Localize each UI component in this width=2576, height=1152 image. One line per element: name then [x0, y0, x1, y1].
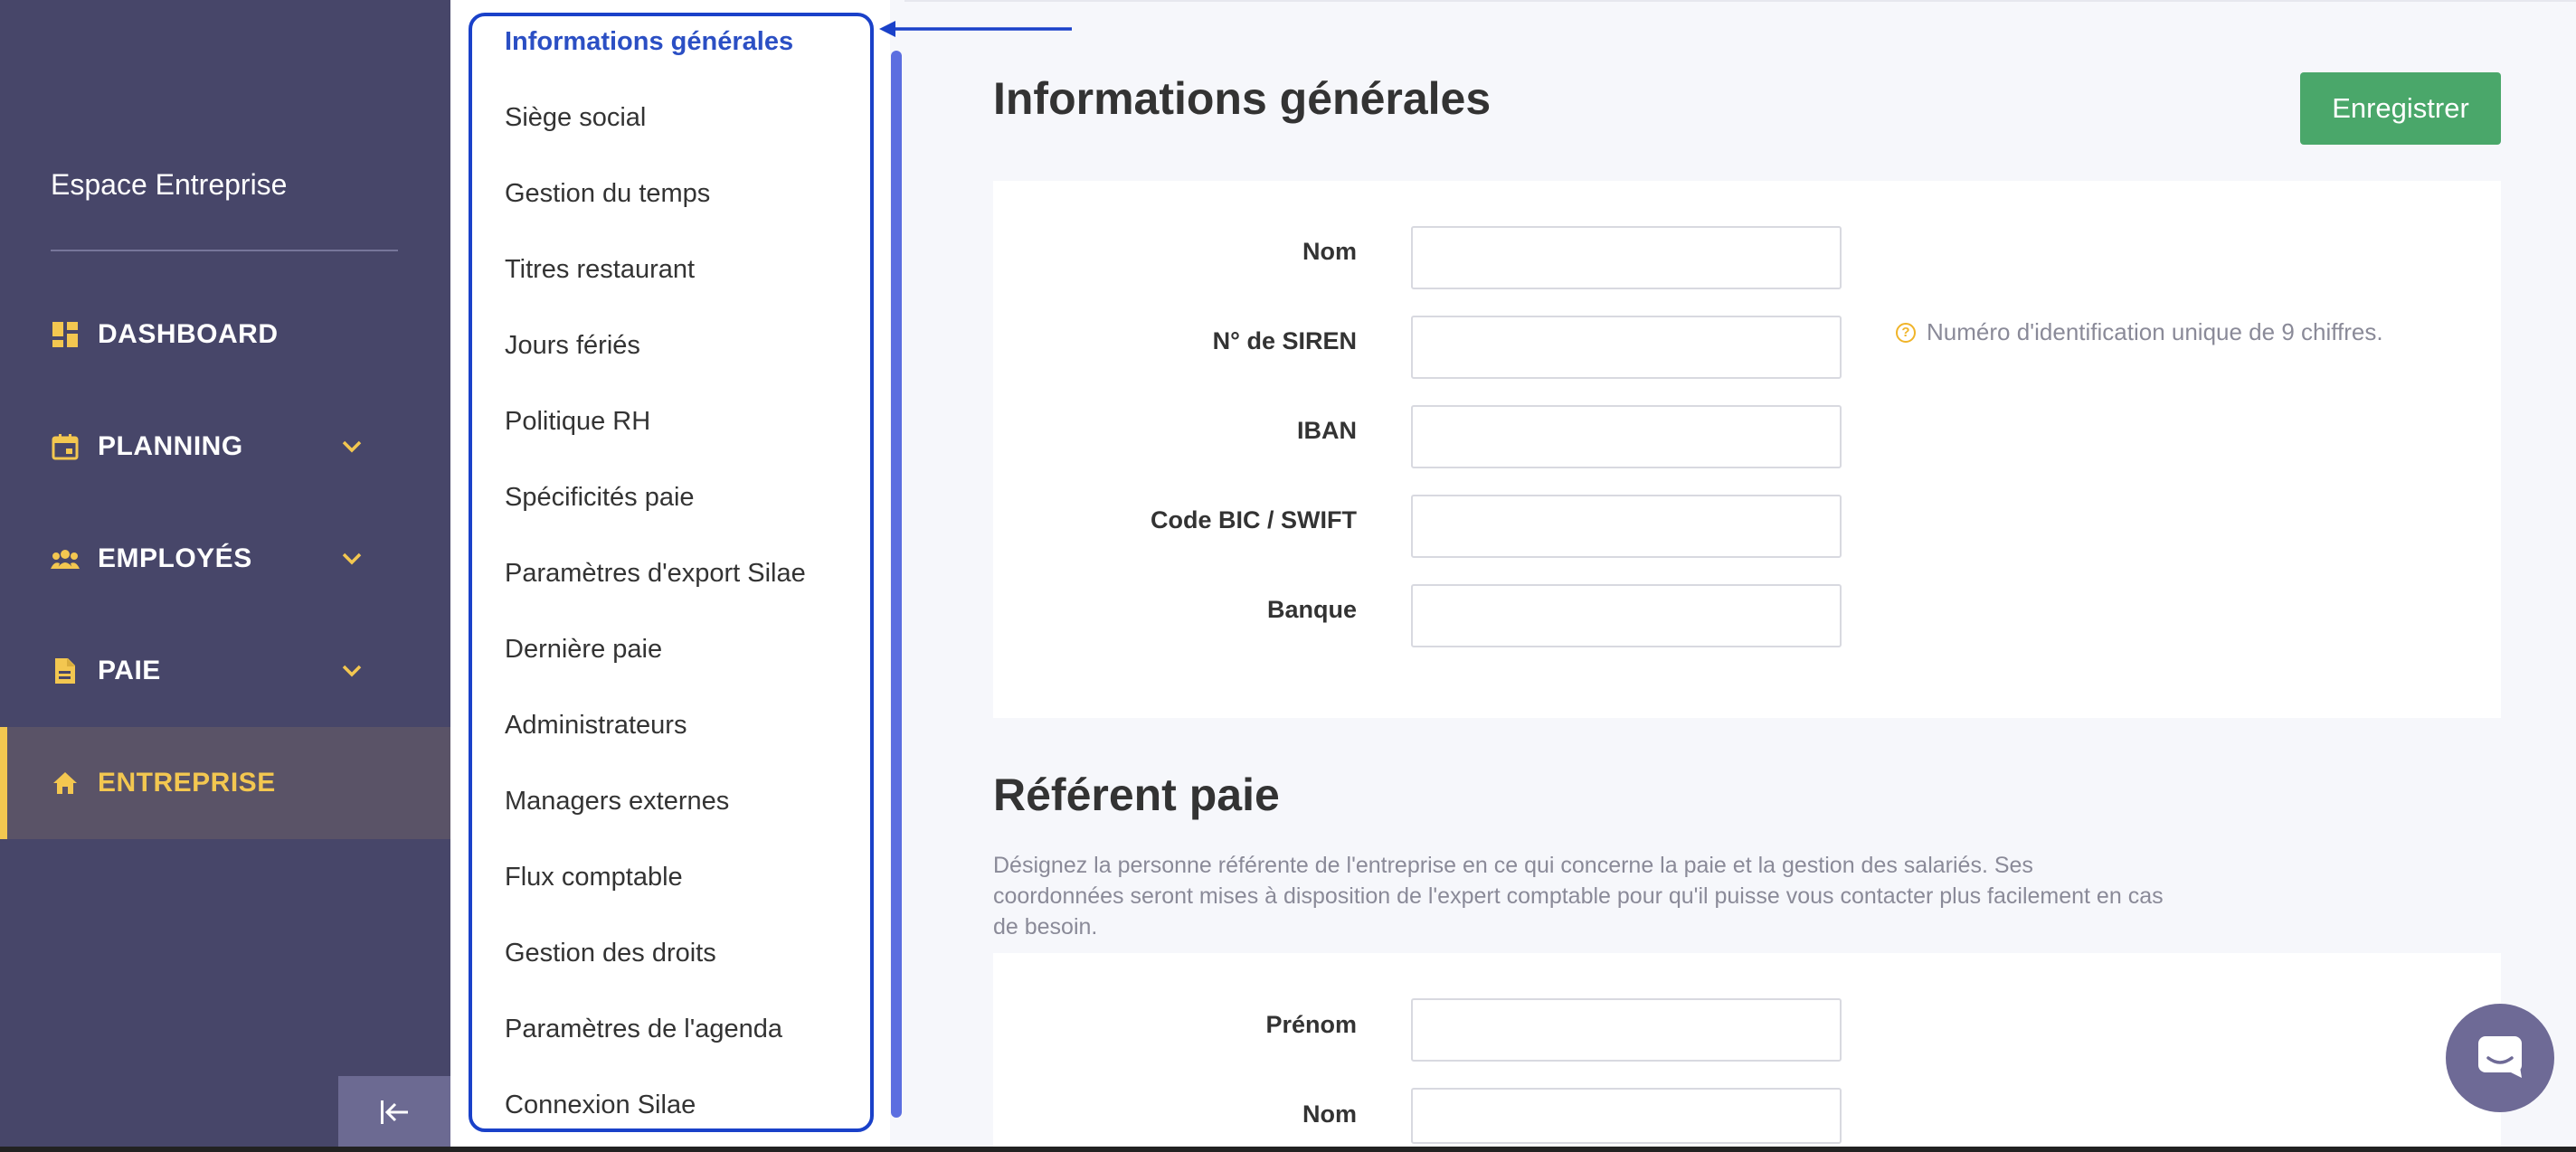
submenu-item-gestion-des-droits[interactable]: Gestion des droits: [505, 939, 716, 968]
chevron-down-icon: [340, 659, 364, 683]
sidebar-item-dashboard[interactable]: DASHBOARD: [0, 279, 450, 391]
nom-field[interactable]: [1411, 226, 1842, 289]
submenu-item-flux-comptable[interactable]: Flux comptable: [505, 863, 683, 892]
field-label-referent-nom: Nom: [1302, 1100, 1357, 1128]
people-icon: [51, 544, 80, 573]
annotation-arrow-icon: [879, 21, 1072, 37]
field-label-siren: N° de SIREN: [1212, 327, 1357, 354]
field-label-banque: Banque: [1266, 596, 1357, 623]
chat-icon: [2475, 1033, 2525, 1084]
iban-field[interactable]: [1411, 405, 1842, 468]
submenu-item-gestion-du-temps[interactable]: Gestion du temps: [505, 179, 710, 209]
field-label-prenom: Prénom: [1265, 1011, 1357, 1038]
submenu-scrollbar[interactable]: [891, 51, 902, 1118]
referent-prenom-field[interactable]: [1411, 998, 1842, 1062]
submenu-item-derniere-paie[interactable]: Dernière paie: [505, 635, 662, 665]
calendar-icon: [51, 432, 80, 461]
collapse-sidebar-button[interactable]: [338, 1076, 450, 1152]
submenu-item-administrateurs[interactable]: Administrateurs: [505, 711, 687, 741]
sidebar-item-label: ENTREPRISE: [98, 768, 276, 798]
section-title-referent: Référent paie: [993, 770, 1280, 820]
active-indicator: [0, 727, 7, 839]
sidebar-item-label: DASHBOARD: [98, 319, 279, 349]
document-icon: [51, 656, 80, 685]
home-icon: [51, 769, 80, 798]
submenu-item-siege-social[interactable]: Siège social: [505, 103, 646, 133]
page-title: Informations générales: [993, 73, 1492, 124]
submenu-item-parametres-export-silae[interactable]: Paramètres d'export Silae: [505, 559, 806, 589]
sidebar-item-label: PLANNING: [98, 431, 243, 461]
bic-swift-field[interactable]: [1411, 495, 1842, 558]
submenu-item-specificites-paie[interactable]: Spécificités paie: [505, 483, 695, 513]
dashboard-icon: [51, 320, 80, 349]
sidebar-item-entreprise[interactable]: ENTREPRISE: [0, 727, 450, 839]
top-divider: [904, 0, 2576, 2]
chevron-down-icon: [340, 435, 364, 458]
field-label-nom: Nom: [1302, 238, 1357, 265]
sidebar-divider: [51, 250, 398, 251]
siren-hint: ? Numéro d'identification unique de 9 ch…: [1896, 318, 2383, 346]
sidebar-item-employes[interactable]: EMPLOYÉS: [0, 503, 450, 615]
sidebar-title: Espace Entreprise: [51, 168, 288, 201]
submenu-item-informations-generales[interactable]: Informations générales: [505, 27, 793, 57]
window-bottom-edge: [0, 1147, 2576, 1152]
chevron-down-icon: [340, 547, 364, 571]
submenu-item-jours-feries[interactable]: Jours fériés: [505, 331, 640, 361]
submenu-item-titres-restaurant[interactable]: Titres restaurant: [505, 255, 695, 285]
chat-launcher-button[interactable]: [2446, 1004, 2554, 1112]
submenu-item-managers-externes[interactable]: Managers externes: [505, 787, 729, 817]
field-label-bic: Code BIC / SWIFT: [1151, 506, 1357, 534]
referent-nom-field[interactable]: [1411, 1088, 1842, 1144]
submenu-item-parametres-agenda[interactable]: Paramètres de l'agenda: [505, 1015, 782, 1044]
help-icon: ?: [1896, 322, 1916, 343]
submenu-item-connexion-silae[interactable]: Connexion Silae: [505, 1091, 696, 1120]
siren-hint-text: Numéro d'identification unique de 9 chif…: [1927, 318, 2383, 345]
sidebar-item-planning[interactable]: PLANNING: [0, 391, 450, 503]
siren-field[interactable]: [1411, 316, 1842, 379]
sidebar-item-label: EMPLOYÉS: [98, 543, 252, 573]
field-label-iban: IBAN: [1297, 417, 1357, 444]
sidebar: Espace Entreprise DASHBOARD PLANNING EMP…: [0, 0, 450, 1152]
sidebar-item-label: PAIE: [98, 656, 161, 685]
sidebar-item-paie[interactable]: PAIE: [0, 615, 450, 727]
referent-description: Désignez la personne référente de l'entr…: [993, 853, 2164, 940]
submenu-item-politique-rh[interactable]: Politique RH: [505, 407, 650, 437]
banque-field[interactable]: [1411, 584, 1842, 647]
save-button[interactable]: Enregistrer: [2300, 72, 2501, 145]
collapse-left-icon: [379, 1099, 410, 1130]
